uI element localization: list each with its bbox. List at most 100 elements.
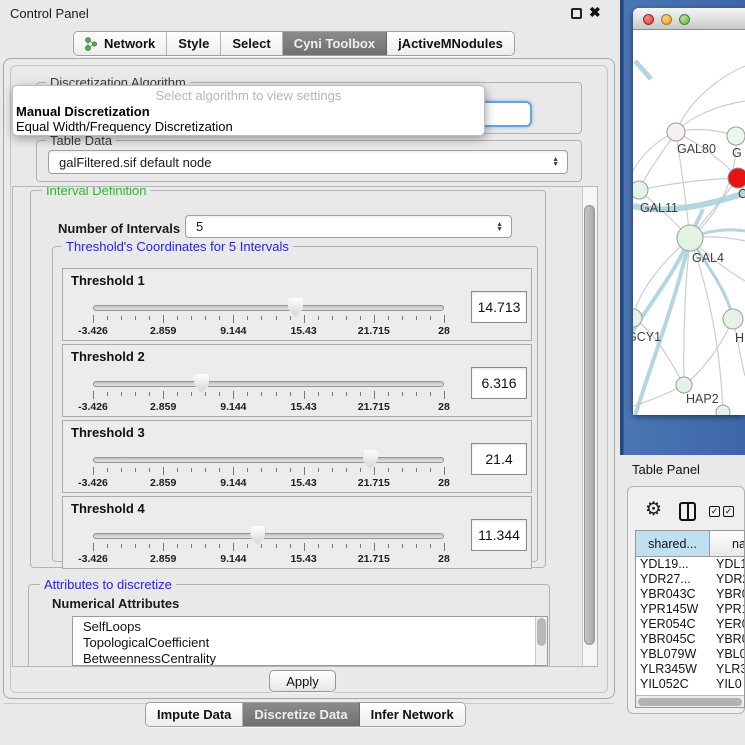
slider-tick-label: 28 — [422, 477, 466, 489]
list-scrollbar[interactable] — [535, 617, 547, 665]
table-row[interactable]: YIL052CYIL0 — [636, 677, 745, 692]
slider-handle[interactable] — [363, 450, 378, 469]
slider-tick — [107, 544, 108, 548]
slider-tick — [276, 392, 277, 396]
threshold-row: Threshold 1-3.4262.8599.14415.4321.71528… — [62, 268, 532, 341]
slider-tick-label: 15.43 — [282, 401, 326, 413]
threshold-value-field[interactable]: 11.344 — [471, 519, 527, 551]
slider-tick — [402, 468, 403, 472]
network-node[interactable] — [667, 123, 685, 141]
network-node[interactable] — [676, 377, 692, 393]
dropdown-item-manual[interactable]: Manual Discretization — [16, 104, 150, 119]
tab-infer-network[interactable]: Infer Network — [360, 703, 465, 726]
checkbox-icon[interactable]: ✓ — [709, 506, 720, 517]
threshold-row: Threshold 2-3.4262.8599.14415.4321.71528… — [62, 344, 532, 417]
table-row[interactable]: YBL079WYBL0 — [636, 647, 745, 662]
slider-tick — [177, 392, 178, 396]
slider-tick — [276, 544, 277, 548]
slider-tick — [430, 392, 431, 396]
table-row[interactable]: YDL19...YDL1 — [636, 557, 745, 572]
close-icon[interactable]: ✖ — [589, 4, 601, 21]
slider-tick — [416, 316, 417, 320]
list-item[interactable]: TopologicalCoefficient — [73, 635, 547, 651]
table-row[interactable]: YER054CYER0 — [636, 617, 745, 632]
slider-tick — [290, 316, 291, 320]
tab-select[interactable]: Select — [221, 32, 282, 55]
network-node[interactable] — [716, 405, 730, 415]
slider-tick — [346, 392, 347, 396]
network-node[interactable] — [633, 181, 648, 199]
tab-jactivemnodules[interactable]: jActiveMNodules — [387, 32, 514, 55]
list-scrollbar-thumb[interactable] — [537, 618, 546, 646]
table-row[interactable]: YLR345WYLR3 — [636, 662, 745, 677]
slider-handle[interactable] — [194, 374, 209, 393]
number-of-intervals-combobox[interactable]: 5 ▲▼ — [185, 215, 512, 238]
node-table: shared... na YDL19...YDL1YDR27...YDR2YBR… — [635, 530, 745, 708]
slider-tick — [261, 392, 262, 396]
slider-handle[interactable] — [288, 298, 303, 317]
slider-tick — [444, 315, 445, 323]
tab-style[interactable]: Style — [167, 32, 221, 55]
dropdown-item-equal-width[interactable]: Equal Width/Frequency Discretization — [16, 119, 233, 134]
slider-track[interactable] — [93, 457, 444, 463]
network-node[interactable] — [677, 225, 703, 251]
apply-button[interactable]: Apply — [269, 670, 336, 692]
threshold-label: Threshold 4 — [71, 501, 145, 516]
horizontal-scrollbar-thumb[interactable] — [638, 698, 742, 706]
column-layout-icon[interactable] — [679, 502, 696, 521]
slider-tick-label: 15.43 — [282, 477, 326, 489]
tab-impute-data[interactable]: Impute Data — [146, 703, 243, 726]
slider-tick — [219, 468, 220, 472]
slider-tick — [416, 544, 417, 548]
slider-tick — [346, 316, 347, 320]
close-traffic-light[interactable] — [643, 14, 654, 25]
threshold-value-field[interactable]: 21.4 — [471, 443, 527, 475]
slider-tick — [360, 468, 361, 472]
tab-cyni-toolbox[interactable]: Cyni Toolbox — [283, 32, 387, 55]
slider-tick — [402, 392, 403, 396]
table-row[interactable]: YPR145WYPR1 — [636, 602, 745, 617]
float-window-icon[interactable] — [571, 8, 582, 19]
column-header-name[interactable]: na — [710, 531, 745, 557]
attributes-list[interactable]: SelfLoopsTopologicalCoefficientBetweenne… — [72, 616, 548, 666]
slider-tick — [247, 468, 248, 472]
column-header-shared-name[interactable]: shared... — [636, 531, 710, 557]
network-node[interactable] — [727, 127, 745, 145]
threshold-value-field[interactable]: 14.713 — [471, 291, 527, 323]
table-data-combobox[interactable]: galFiltered.sif default node ▲▼ — [48, 150, 568, 174]
slider-tick — [107, 316, 108, 320]
vertical-scrollbar-thumb[interactable] — [584, 205, 595, 645]
horizontal-scrollbar[interactable] — [636, 695, 744, 707]
slider-tick — [149, 316, 150, 320]
slider-tick — [290, 544, 291, 548]
slider-tick — [290, 392, 291, 396]
slider-track[interactable] — [93, 533, 444, 539]
list-item[interactable]: BetweennessCentrality — [73, 651, 547, 666]
network-node[interactable] — [728, 168, 745, 188]
slider-tick — [121, 544, 122, 548]
list-item[interactable]: SelfLoops — [73, 619, 547, 635]
table-row[interactable]: YBR045CYBR0 — [636, 632, 745, 647]
network-canvas[interactable]: GAL80GCGAL11GAL4GCY1HHAP2 — [633, 31, 745, 415]
slider-tick-label: 9.144 — [211, 553, 255, 565]
slider-track[interactable] — [93, 305, 444, 311]
tab-network[interactable]: Network — [74, 32, 167, 55]
slider-tick — [205, 544, 206, 548]
network-node[interactable] — [723, 309, 743, 329]
slider-tick — [191, 392, 192, 396]
minimize-traffic-light[interactable] — [661, 14, 672, 25]
slider-tick — [93, 543, 94, 551]
slider-track[interactable] — [93, 381, 444, 387]
zoom-traffic-light[interactable] — [679, 14, 690, 25]
table-row[interactable]: YDR27...YDR2 — [636, 572, 745, 587]
tab-discretize-data[interactable]: Discretize Data — [243, 703, 359, 726]
slider-tick — [388, 392, 389, 396]
checkbox-icon[interactable]: ✓ — [723, 506, 734, 517]
threshold-value-field[interactable]: 6.316 — [471, 367, 527, 399]
table-row[interactable]: YBR043CYBR0 — [636, 587, 745, 602]
slider-tick — [304, 315, 305, 323]
settings-gear-icon[interactable]: ⚙ — [645, 500, 662, 520]
network-window-titlebar[interactable] — [633, 8, 745, 30]
slider-handle[interactable] — [250, 526, 265, 545]
table-cell: YBL079W — [636, 647, 710, 662]
